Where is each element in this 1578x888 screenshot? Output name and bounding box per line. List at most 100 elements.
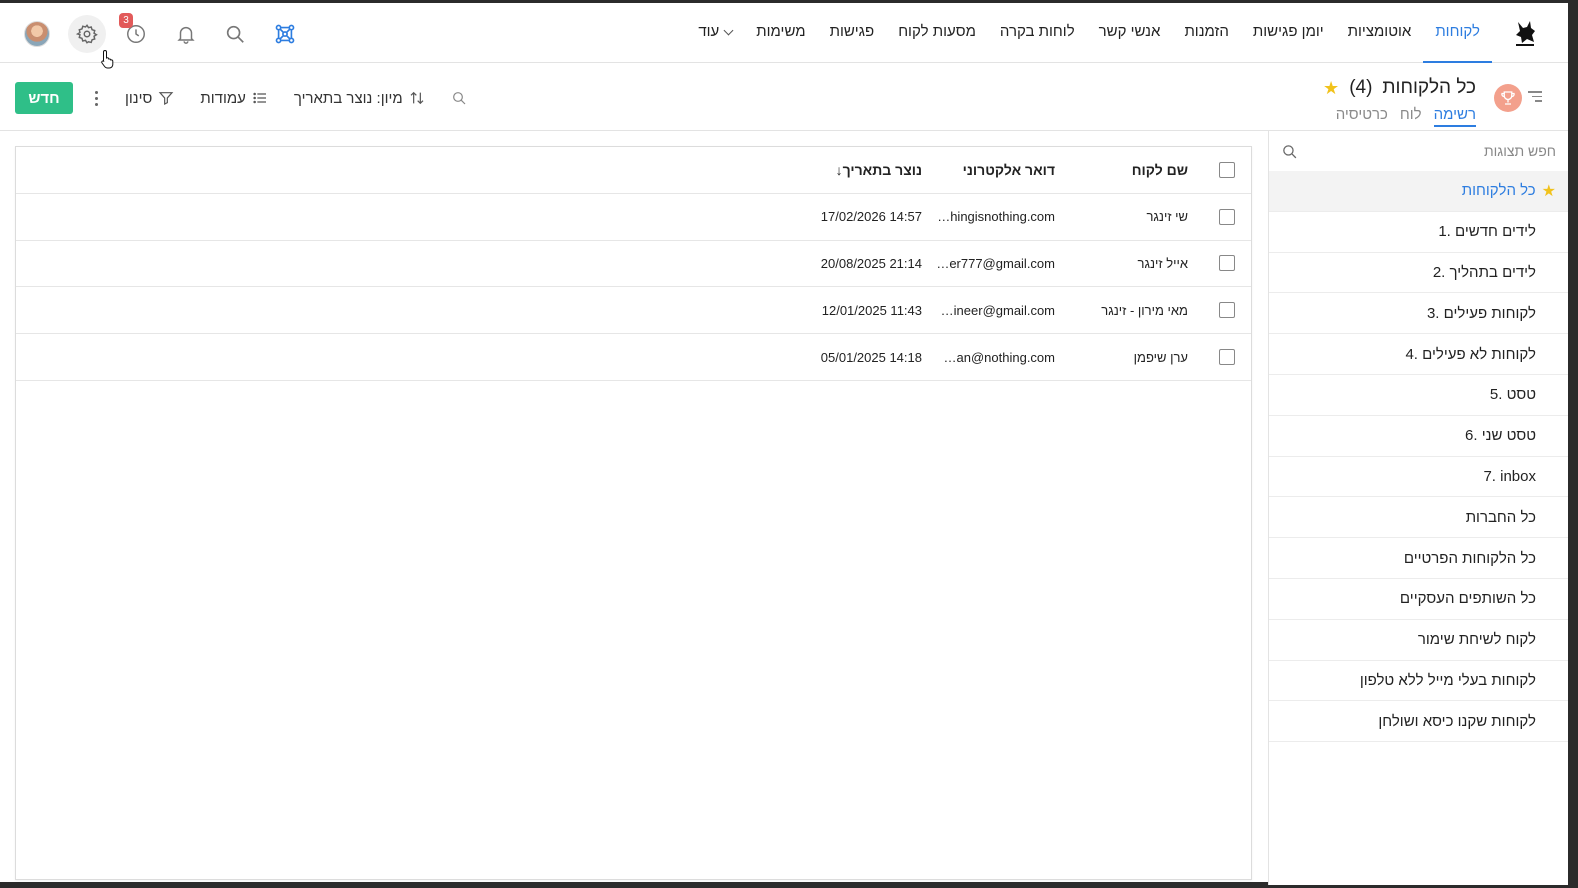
row-checkbox-cell: [1219, 334, 1237, 380]
list-icon: [253, 92, 266, 104]
sidebar-item-bought-chair-table[interactable]: לקוחות שקנו כיסא ושולחן: [1269, 701, 1568, 743]
table-row[interactable]: שי זינגר …hingisnothing.com 17/02/2026 1…: [16, 194, 1251, 241]
tab-cards[interactable]: כרטיסיה: [1336, 106, 1388, 127]
sidebar-item-label: לקוחות שקנו כיסא ושולחן: [1378, 712, 1536, 730]
sidebar-item-all-business-partners[interactable]: כל השותפים העסקיים: [1269, 579, 1568, 620]
history-count-badge: 3: [119, 13, 133, 28]
sidebar-item-label: 7. inbox: [1483, 467, 1536, 485]
nav-tab-meetings[interactable]: פגישות: [818, 3, 887, 63]
notifications-button[interactable]: [167, 15, 205, 53]
table-row[interactable]: אייל זינגר …er777@gmail.com 20/08/2025 2…: [16, 241, 1251, 288]
customer-name[interactable]: שי זינגר: [1146, 194, 1188, 240]
app-logo[interactable]: [1510, 18, 1540, 48]
nav-more-label: עוד: [698, 23, 720, 40]
search-icon: [226, 25, 244, 43]
row-checkbox-cell: [1219, 241, 1237, 287]
customer-email: …ineer@gmail.com: [940, 302, 1055, 318]
search-icon[interactable]: [1281, 143, 1298, 160]
column-header-created[interactable]: ↓ נוצר בתאריך: [830, 147, 922, 193]
window-frame-right: [1568, 3, 1578, 888]
sidebar-item-label: כל הלקוחות: [1461, 182, 1536, 200]
nav-tab-contacts[interactable]: אנשי קשר: [1087, 3, 1173, 63]
views-menu-icon[interactable]: [1528, 91, 1542, 105]
customer-name[interactable]: ערן שיפמן: [1134, 334, 1188, 380]
integrations-button[interactable]: [266, 15, 304, 53]
sidebar-item-label: 3. לקוחות פעילים: [1426, 304, 1536, 322]
mouse-pointer-icon: [101, 49, 114, 69]
sidebar-item-all-private-customers[interactable]: כל הלקוחות הפרטיים: [1269, 538, 1568, 579]
table-search-button[interactable]: [451, 90, 467, 106]
column-header-created-label: נוצר בתאריך: [842, 161, 922, 178]
sidebar-item-inbox[interactable]: 7. inbox: [1269, 457, 1568, 498]
view-title-text: כל הלקוחות: [1382, 77, 1476, 98]
nav-tab-tasks[interactable]: משימות: [744, 3, 817, 63]
sidebar-item-all-companies[interactable]: כל החברות: [1269, 497, 1568, 539]
sidebar-item-retention-call[interactable]: לקוח לשיחת שימור: [1269, 620, 1568, 661]
sidebar-item-label: כל החברות: [1465, 508, 1536, 526]
sort-arrow-icon: ↓: [835, 161, 843, 178]
views-sidebar: ★ כל הלקוחות 1. לידים חדשים 2. לידים בתה…: [1268, 131, 1568, 885]
trophy-icon: [1501, 91, 1515, 105]
select-all-checkbox[interactable]: [1219, 161, 1235, 178]
sidebar-item-label: כל הלקוחות הפרטיים: [1403, 549, 1536, 567]
select-all-cell: [1219, 147, 1237, 193]
row-checkbox[interactable]: [1219, 255, 1235, 272]
nav-tab-meeting-calendar[interactable]: יומן פגישות: [1241, 3, 1336, 63]
sidebar-item-label: כל השותפים העסקיים: [1399, 590, 1536, 608]
view-search-input[interactable]: [1326, 143, 1556, 159]
sidebar-item-leads-in-progress[interactable]: 2. לידים בתהליך: [1269, 253, 1568, 294]
sidebar-item-test[interactable]: 5. טסט: [1269, 375, 1568, 416]
row-checkbox[interactable]: [1219, 208, 1235, 225]
nav-tab-orders[interactable]: הזמנות: [1172, 3, 1240, 63]
sidebar-item-new-leads[interactable]: 1. לידים חדשים: [1269, 212, 1568, 253]
new-record-button[interactable]: חדש: [15, 82, 73, 114]
columns-label: עמודות: [200, 89, 246, 107]
view-count: (4): [1349, 77, 1373, 98]
view-mode-tabs: רשימה לוח כרטיסיה: [1336, 106, 1476, 127]
sort-button[interactable]: מיון: נוצר בתאריך: [294, 90, 425, 107]
row-checkbox[interactable]: [1219, 302, 1235, 319]
sidebar-item-active-customers[interactable]: 3. לקוחות פעילים: [1269, 293, 1568, 335]
search-icon: [452, 92, 466, 105]
top-icon-bar: 3: [18, 13, 315, 53]
nav-tab-dashboards[interactable]: לוחות בקרה: [988, 3, 1087, 63]
history-button[interactable]: 3: [117, 13, 155, 53]
sidebar-item-label: 5. טסט: [1489, 386, 1536, 404]
sidebar-item-inactive-customers[interactable]: 4. לקוחות לא פעילים: [1269, 334, 1568, 375]
nav-more-dropdown[interactable]: עוד: [686, 3, 744, 63]
table-row[interactable]: מאי מירון - זינגר …ineer@gmail.com 12/01…: [16, 287, 1251, 335]
row-checkbox[interactable]: [1219, 349, 1235, 366]
nav-tab-customers[interactable]: לקוחות: [1423, 3, 1492, 63]
global-search-button[interactable]: [216, 15, 254, 53]
nav-tab-customer-journeys[interactable]: מסעות לקוח: [886, 3, 988, 63]
sidebar-item-second-test[interactable]: 6. טסט שני: [1269, 416, 1568, 457]
sidebar-item-label: 2. לידים בתהליך: [1432, 263, 1536, 281]
customer-email: …an@nothing.com: [943, 349, 1055, 365]
customer-created-date: 20/08/2025 21:14: [820, 255, 922, 271]
trophy-button[interactable]: [1494, 84, 1522, 112]
sort-label: מיון: נוצר בתאריך: [293, 89, 403, 107]
chevron-down-icon: [723, 25, 734, 35]
main-nav-tabs: לקוחות אוטומציות יומן פגישות הזמנות אנשי…: [686, 3, 1492, 63]
sidebar-item-all-customers[interactable]: ★ כל הלקוחות: [1269, 171, 1568, 212]
customer-email: …er777@gmail.com: [936, 255, 1055, 271]
network-icon: [275, 24, 294, 44]
customer-name[interactable]: אייל זינגר: [1138, 241, 1189, 287]
sidebar-item-email-no-phone[interactable]: לקוחות בעלי מייל ללא טלפון: [1269, 661, 1568, 702]
settings-button[interactable]: [67, 15, 106, 53]
table-row[interactable]: ערן שיפמן …an@nothing.com 05/01/2025 14:…: [16, 334, 1251, 381]
nav-tab-automations[interactable]: אוטומציות: [1336, 3, 1424, 63]
columns-button[interactable]: עמודות: [200, 90, 268, 107]
star-icon[interactable]: ★: [1323, 78, 1339, 99]
column-header-name[interactable]: שם לקוח: [1132, 147, 1188, 193]
filter-button[interactable]: סינון: [125, 90, 174, 107]
logo-icon: [1516, 21, 1535, 46]
view-actions: חדש סינון עמודות מיון: נוצר בתאריך: [15, 82, 467, 114]
user-avatar-button[interactable]: [18, 15, 56, 53]
tab-board[interactable]: לוח: [1400, 106, 1422, 127]
more-options-icon[interactable]: [89, 86, 103, 110]
column-header-email[interactable]: דואר אלקטרוני: [963, 147, 1055, 193]
tab-list[interactable]: רשימה: [1433, 106, 1476, 127]
customer-name[interactable]: מאי מירון - זינגר: [1101, 287, 1188, 333]
sort-arrows-icon: [410, 91, 424, 105]
